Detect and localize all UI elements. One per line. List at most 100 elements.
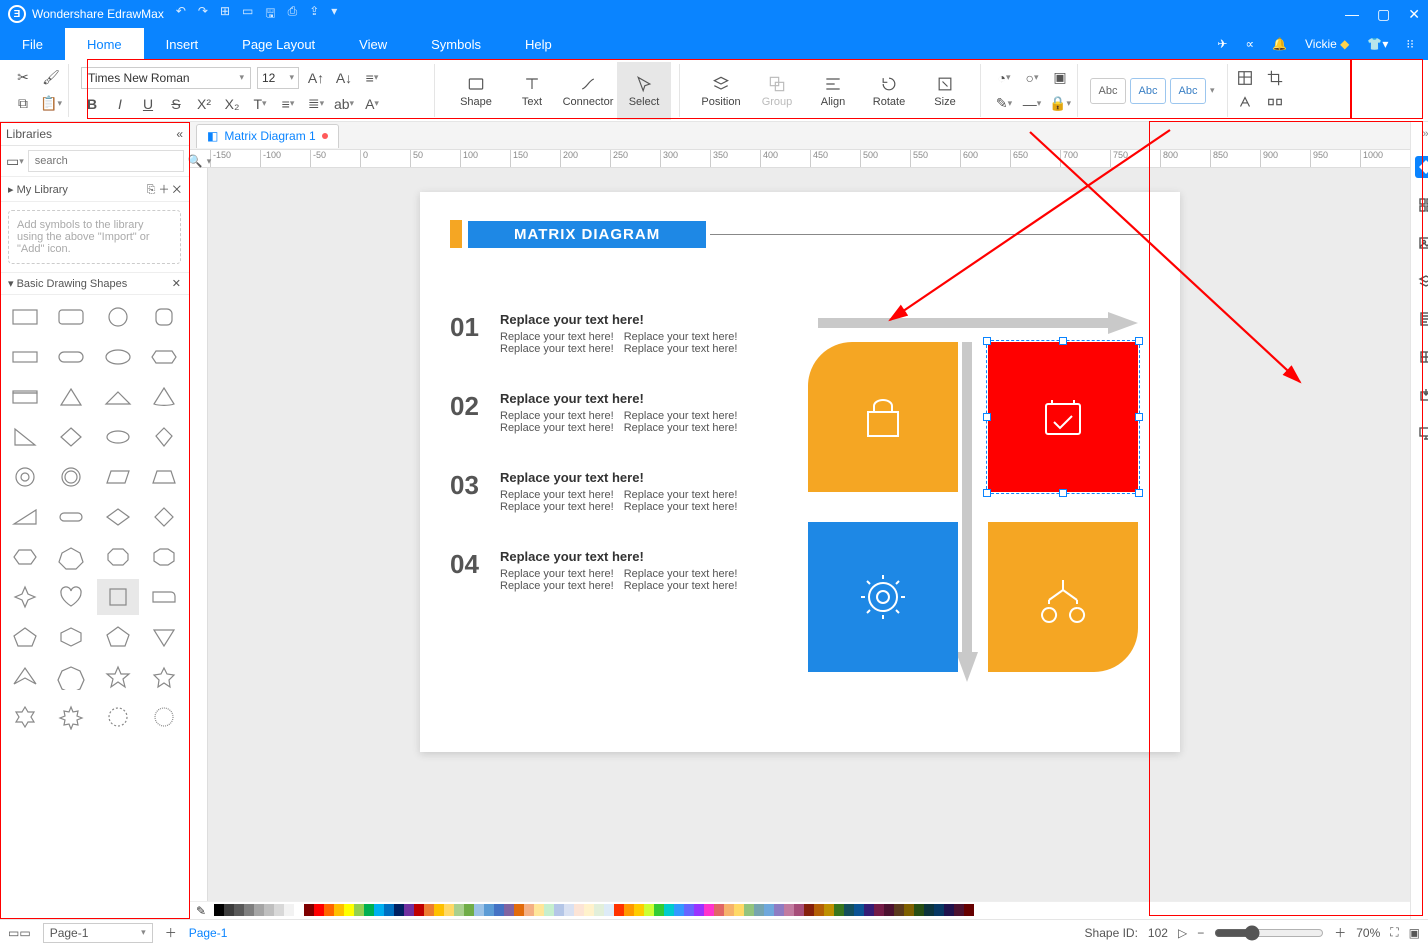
palette-swatch[interactable] bbox=[514, 904, 524, 916]
pages-icon[interactable]: ▭▭ bbox=[8, 926, 31, 940]
maximize-icon[interactable]: ▢ bbox=[1377, 6, 1390, 23]
collapse-libraries-icon[interactable]: « bbox=[176, 127, 183, 141]
palette-swatch[interactable] bbox=[744, 904, 754, 916]
close-mylib-icon[interactable]: ✕ bbox=[173, 184, 181, 196]
document-tab[interactable]: ◧ Matrix Diagram 1 bbox=[196, 124, 339, 148]
align-para-icon[interactable]: ≡▾ bbox=[361, 67, 383, 89]
user-name[interactable]: Vickie ◆ bbox=[1305, 37, 1349, 51]
palette-swatch[interactable] bbox=[694, 904, 704, 916]
copy-icon[interactable]: ⧉ bbox=[12, 93, 34, 115]
line-style-icon[interactable]: —▾ bbox=[1021, 93, 1043, 115]
palette-swatch[interactable] bbox=[684, 904, 694, 916]
print-icon[interactable]: ⎙ bbox=[288, 4, 298, 25]
grid-panel-icon[interactable] bbox=[1415, 194, 1428, 216]
palette-swatch[interactable] bbox=[564, 904, 574, 916]
library-search-input[interactable] bbox=[28, 150, 184, 172]
shape-wedge[interactable] bbox=[4, 499, 46, 535]
palette-swatch[interactable] bbox=[714, 904, 724, 916]
add-page-icon[interactable]: ＋ bbox=[165, 924, 177, 941]
shape-n8[interactable] bbox=[50, 659, 92, 695]
palette-swatch[interactable] bbox=[464, 904, 474, 916]
fullscreen-icon[interactable]: ▣ bbox=[1409, 926, 1420, 940]
font-family-select[interactable]: Times New Roman▾ bbox=[81, 67, 251, 89]
shadow-style-icon[interactable]: ▣ bbox=[1049, 67, 1071, 89]
menu-symbols[interactable]: Symbols bbox=[409, 28, 503, 60]
bullets-icon[interactable]: ≣▾ bbox=[305, 93, 327, 115]
shape-pent2[interactable] bbox=[97, 619, 139, 655]
font-size-select[interactable]: 12▾ bbox=[257, 67, 299, 89]
palette-swatch[interactable] bbox=[764, 904, 774, 916]
palette-swatch[interactable] bbox=[334, 904, 344, 916]
shape-tool[interactable]: Shape bbox=[449, 62, 503, 120]
palette-swatch[interactable] bbox=[554, 904, 564, 916]
palette-swatch[interactable] bbox=[284, 904, 294, 916]
palette-swatch[interactable] bbox=[724, 904, 734, 916]
shape-circle[interactable] bbox=[97, 299, 139, 335]
palette-swatch[interactable] bbox=[734, 904, 744, 916]
redo-icon[interactable]: ↷ bbox=[198, 4, 208, 25]
palette-swatch[interactable] bbox=[254, 904, 264, 916]
palette-swatch[interactable] bbox=[964, 904, 974, 916]
palette-swatch[interactable] bbox=[604, 904, 614, 916]
panel-expand-icon[interactable]: » bbox=[1422, 128, 1428, 140]
library-dropdown-icon[interactable]: ▭▾ bbox=[6, 150, 24, 172]
palette-swatch[interactable] bbox=[494, 904, 504, 916]
shape-pentagon[interactable] bbox=[4, 619, 46, 655]
palette-swatch[interactable] bbox=[244, 904, 254, 916]
search-icon[interactable]: 🔍 bbox=[188, 154, 203, 168]
palette-swatch[interactable] bbox=[894, 904, 904, 916]
shape-star5[interactable] bbox=[97, 659, 139, 695]
import-icon[interactable]: ⎘ bbox=[147, 184, 156, 196]
palette-swatch[interactable] bbox=[224, 904, 234, 916]
palette-swatch[interactable] bbox=[944, 904, 954, 916]
palette-swatch[interactable] bbox=[434, 904, 444, 916]
palette-swatch[interactable] bbox=[394, 904, 404, 916]
shape-ring[interactable] bbox=[50, 459, 92, 495]
shape-rh[interactable] bbox=[97, 499, 139, 535]
zoom-slider[interactable] bbox=[1214, 925, 1324, 941]
undo-icon[interactable]: ↶ bbox=[176, 4, 186, 25]
palette-swatch[interactable] bbox=[934, 904, 944, 916]
shape-oct2[interactable] bbox=[143, 539, 185, 575]
palette-swatch[interactable] bbox=[814, 904, 824, 916]
palette-swatch[interactable] bbox=[384, 904, 394, 916]
align-panel-icon[interactable] bbox=[1415, 346, 1428, 368]
shape-roundrect[interactable] bbox=[50, 299, 92, 335]
connector-tool[interactable]: Connector bbox=[561, 62, 615, 120]
palette-swatch[interactable] bbox=[484, 904, 494, 916]
shape-burst2[interactable] bbox=[143, 699, 185, 735]
shape-star7[interactable] bbox=[50, 699, 92, 735]
palette-swatch[interactable] bbox=[584, 904, 594, 916]
palette-swatch[interactable] bbox=[594, 904, 604, 916]
subscript-icon[interactable]: X₂ bbox=[221, 93, 243, 115]
shape-stadium[interactable] bbox=[50, 499, 92, 535]
line-spacing-icon[interactable]: ≡▾ bbox=[277, 93, 299, 115]
shape-roundsquare[interactable] bbox=[143, 299, 185, 335]
shape-rect2[interactable] bbox=[4, 339, 46, 375]
save-icon[interactable]: 🖫 bbox=[265, 4, 275, 25]
close-shapes-icon[interactable]: ✕ bbox=[172, 277, 181, 290]
palette-swatch[interactable] bbox=[844, 904, 854, 916]
palette-swatch[interactable] bbox=[314, 904, 324, 916]
theme-icon[interactable]: 👕▾ bbox=[1367, 37, 1388, 51]
shape-kite[interactable] bbox=[143, 419, 185, 455]
quad-cell-1[interactable] bbox=[808, 342, 958, 492]
text-style-icon[interactable] bbox=[1236, 93, 1256, 113]
palette-swatch[interactable] bbox=[574, 904, 584, 916]
bold-icon[interactable]: B bbox=[81, 93, 103, 115]
palette-swatch[interactable] bbox=[654, 904, 664, 916]
close-icon[interactable]: ✕ bbox=[1408, 6, 1420, 23]
palette-swatch[interactable] bbox=[444, 904, 454, 916]
select-tool[interactable]: Select bbox=[617, 62, 671, 120]
align-tool[interactable]: Align bbox=[806, 62, 860, 120]
bell-icon[interactable]: 🔔 bbox=[1272, 37, 1287, 51]
share-icon[interactable]: ∝ bbox=[1245, 37, 1254, 51]
shape-ellipse[interactable] bbox=[97, 339, 139, 375]
palette-swatch[interactable] bbox=[664, 904, 674, 916]
shape-rect[interactable] bbox=[4, 299, 46, 335]
add-icon[interactable]: ＋ bbox=[159, 184, 170, 196]
palette-swatch[interactable] bbox=[524, 904, 534, 916]
shape-pill[interactable] bbox=[50, 339, 92, 375]
palette-swatch[interactable] bbox=[704, 904, 714, 916]
palette-swatch[interactable] bbox=[404, 904, 414, 916]
